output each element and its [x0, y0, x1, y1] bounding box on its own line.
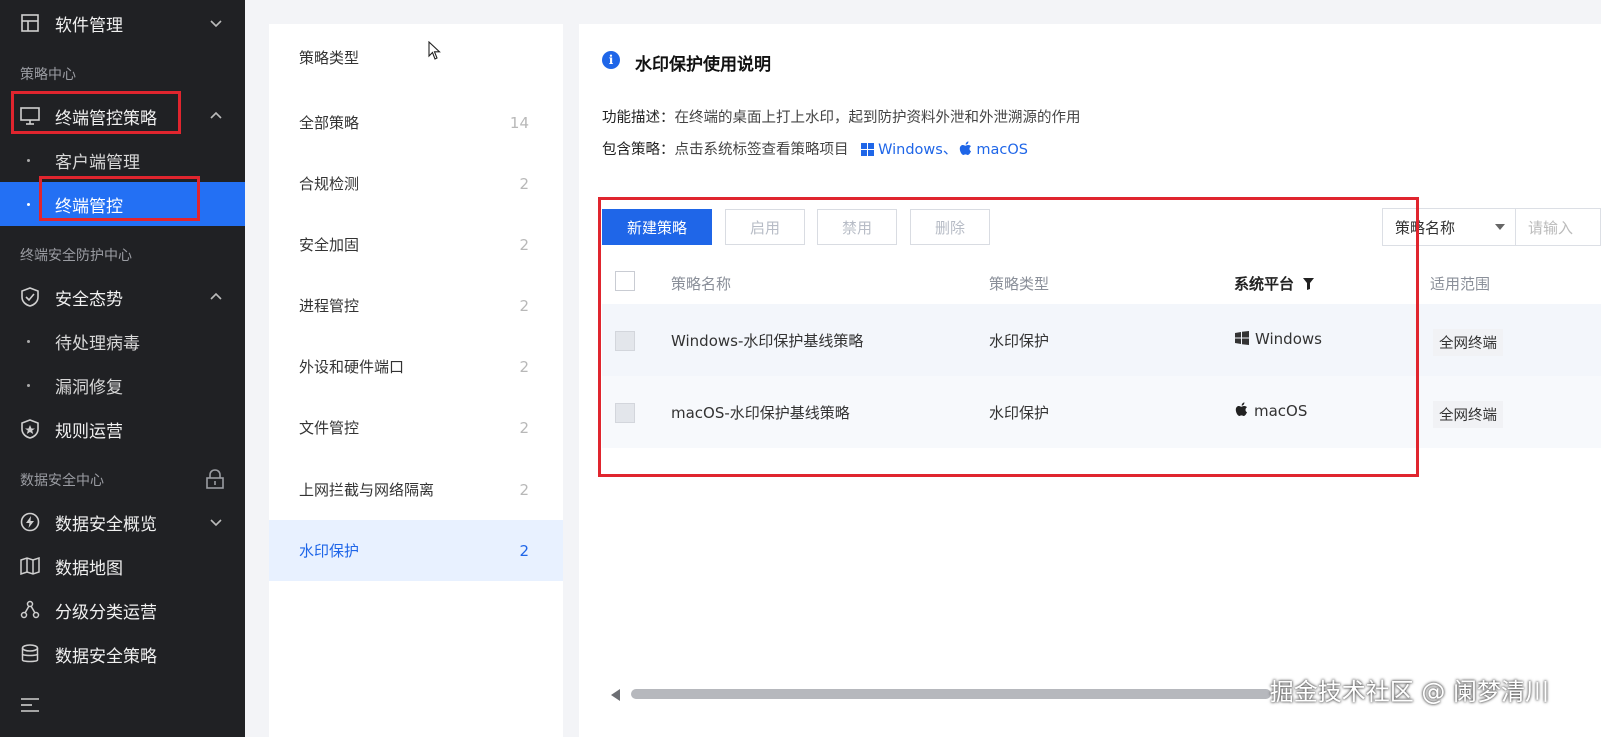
category-item-active[interactable]: 水印保护 2 — [269, 520, 563, 581]
bullet-icon — [27, 158, 30, 162]
info-icon: i — [602, 51, 620, 69]
sidebar-item-data-overview[interactable]: 数据安全概览 — [0, 500, 245, 544]
lock-icon — [206, 469, 224, 489]
macos-link[interactable]: macOS — [976, 142, 1028, 158]
main-panel: i 水印保护使用说明 功能描述：在终端的桌面上打上水印，起到防护资料外泄和外泄溯… — [579, 24, 1601, 737]
windows-icon — [1235, 331, 1249, 345]
column-header-scope: 适用范围 — [1430, 275, 1491, 293]
collapse-menu-icon[interactable] — [20, 697, 40, 713]
shield-icon — [20, 287, 40, 307]
shield-star-icon — [20, 419, 40, 439]
row-checkbox[interactable] — [615, 403, 635, 423]
category-header: 策略类型 — [299, 49, 360, 67]
monitor-icon — [20, 106, 40, 126]
lightning-circle-icon — [20, 512, 40, 532]
delete-button[interactable]: 删除 — [910, 209, 990, 245]
sidebar-item-rule-ops[interactable]: 规则运营 — [0, 407, 245, 451]
section-policy: 策略中心 — [20, 67, 76, 83]
sidebar-item-terminal-policy[interactable]: 终端管控策略 — [0, 94, 245, 138]
windows-link[interactable]: Windows — [878, 142, 943, 158]
column-header-type: 策略类型 — [989, 275, 1050, 293]
chevron-down-icon — [210, 519, 222, 527]
policy-platform: Windows — [1235, 330, 1322, 348]
mouse-cursor-icon — [428, 41, 441, 60]
map-icon — [20, 556, 40, 576]
column-header-name: 策略名称 — [671, 275, 732, 293]
category-item[interactable]: 上网拦截与网络隔离 2 — [269, 459, 563, 520]
search-field-select[interactable]: 策略名称 — [1382, 208, 1516, 246]
bullet-icon — [27, 339, 30, 343]
info-title: 水印保护使用说明 — [635, 55, 771, 75]
scroll-left-icon[interactable] — [611, 689, 620, 701]
category-item[interactable]: 全部策略 14 — [269, 92, 563, 153]
table-row[interactable]: Windows-水印保护基线策略 水印保护 Windows 全网终端 — [602, 304, 1601, 376]
column-header-platform[interactable]: 系统平台 — [1234, 273, 1315, 294]
horizontal-scrollbar[interactable] — [611, 689, 1271, 701]
category-item[interactable]: 安全加固 2 — [269, 214, 563, 275]
new-policy-button[interactable]: 新建策略 — [602, 209, 712, 245]
category-item[interactable]: 文件管控 2 — [269, 397, 563, 458]
chevron-up-icon — [210, 292, 222, 300]
sidebar-item-security-posture[interactable]: 安全态势 — [0, 275, 245, 319]
bullet-icon — [27, 383, 30, 387]
category-panel: 策略类型 全部策略 14 合规检测 2 安全加固 2 进程管控 2 外设和硬件端… — [269, 24, 563, 737]
sidebar-item-client-mgmt[interactable]: 客户端管理 — [0, 138, 245, 182]
apple-icon — [960, 141, 972, 155]
chevron-down-icon — [210, 20, 222, 28]
scroll-thumb[interactable] — [631, 689, 1271, 699]
database-icon — [20, 644, 40, 664]
scope-tag: 全网终端 — [1433, 329, 1503, 356]
software-icon — [20, 13, 40, 33]
section-security: 终端安全防护中心 — [20, 248, 132, 264]
caret-down-icon — [1495, 224, 1505, 230]
policy-name[interactable]: Windows-水印保护基线策略 — [671, 330, 863, 351]
bullet-icon — [27, 202, 30, 206]
category-item[interactable]: 外设和硬件端口 2 — [269, 336, 563, 397]
scope-tag: 全网终端 — [1433, 401, 1503, 428]
enable-button[interactable]: 启用 — [725, 209, 805, 245]
select-all-checkbox[interactable] — [615, 271, 635, 291]
sidebar-item-data-policy[interactable]: 数据安全策略 — [0, 632, 245, 676]
sidebar-item-data-map[interactable]: 数据地图 — [0, 544, 245, 588]
chevron-up-icon — [210, 111, 222, 119]
search-input[interactable]: 请输入 — [1516, 208, 1601, 246]
sidebar-item-pending-virus[interactable]: 待处理病毒 — [0, 319, 245, 363]
network-nodes-icon — [20, 600, 40, 620]
section-data: 数据安全中心 — [20, 473, 104, 489]
row-checkbox[interactable] — [615, 331, 635, 351]
included-policies: 包含策略：点击系统标签查看策略项目 Windows、 macOS — [602, 141, 1028, 158]
category-item[interactable]: 合规检测 2 — [269, 153, 563, 214]
sidebar-item-software[interactable]: 软件管理 — [0, 1, 245, 45]
apple-icon — [1235, 402, 1247, 416]
feature-description: 功能描述：在终端的桌面上打上水印，起到防护资料外泄和外泄溯源的作用 — [602, 110, 1081, 126]
table-row[interactable]: macOS-水印保护基线策略 水印保护 macOS 全网终端 — [602, 376, 1601, 448]
filter-icon[interactable] — [1303, 278, 1315, 290]
watermark-text: 掘金技术社区 @ 阑梦清川 — [1269, 678, 1549, 706]
policy-type: 水印保护 — [989, 332, 1050, 350]
sidebar: 软件管理 策略中心 终端管控策略 客户端管理 终端管控 终端安全防护中心 安全态… — [0, 0, 245, 737]
windows-icon — [861, 143, 875, 156]
policy-platform: macOS — [1235, 402, 1307, 420]
policy-type: 水印保护 — [989, 404, 1050, 422]
policy-name[interactable]: macOS-水印保护基线策略 — [671, 402, 850, 423]
disable-button[interactable]: 禁用 — [817, 209, 897, 245]
sidebar-item-classify-ops[interactable]: 分级分类运营 — [0, 588, 245, 632]
category-item[interactable]: 进程管控 2 — [269, 275, 563, 336]
sidebar-item-vuln-fix[interactable]: 漏洞修复 — [0, 363, 245, 407]
sidebar-item-terminal-control[interactable]: 终端管控 — [0, 182, 245, 226]
